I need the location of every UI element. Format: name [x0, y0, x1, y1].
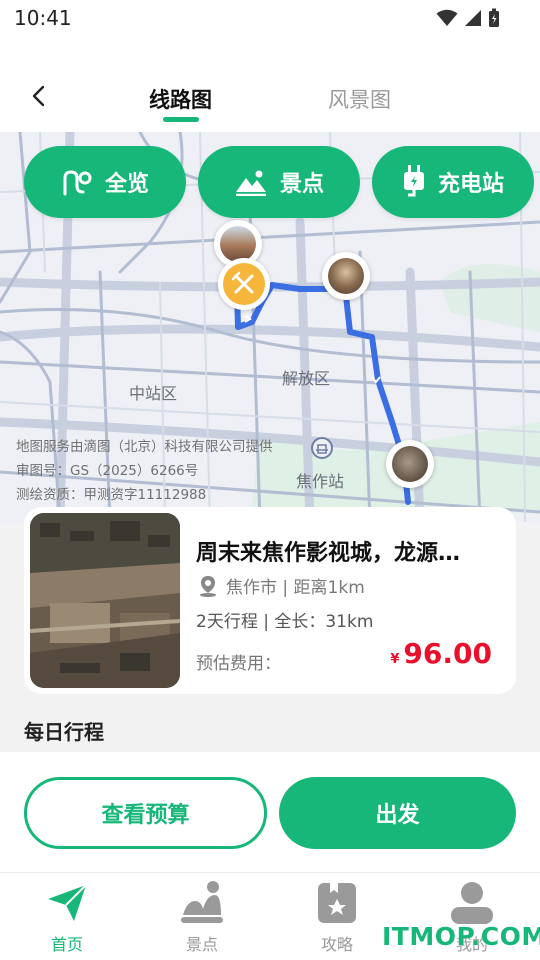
station-label: 焦作站 — [296, 472, 345, 491]
nav-item-spots[interactable]: 景点 — [147, 879, 257, 955]
route-icon — [63, 170, 92, 196]
signal-icon — [465, 10, 481, 26]
profile-icon — [451, 882, 493, 924]
route-map[interactable]: 全览 景点 充电站 中站区 解放区 焦作站 地图服务由滴图（北京）科技有限公司提… — [0, 132, 540, 522]
map-pin-spot-2[interactable] — [322, 252, 370, 300]
fork-knife-icon — [231, 271, 254, 294]
spots-button[interactable]: 景点 — [198, 146, 360, 218]
mountain-icon — [181, 881, 223, 923]
daily-itinerary-title: 每日行程 — [24, 720, 104, 744]
location-pin-icon — [200, 575, 216, 597]
map-credit-line: 测绘资质：甲测资字11112988 — [16, 487, 207, 503]
route-summary-card[interactable]: 周末来焦作影视城，龙源… 焦作市 | 距离1km 2天行程 | 全长：31km … — [24, 507, 516, 694]
depart-button[interactable]: 出发 — [279, 777, 516, 849]
overview-button[interactable]: 全览 — [24, 146, 186, 218]
action-bar: 查看预算 出发 — [0, 752, 540, 872]
overview-label: 全览 — [104, 172, 149, 197]
route-trip-info: 2天行程 | 全长：31km — [196, 612, 374, 632]
route-location-text: 焦作市 | 距离1km — [226, 578, 365, 598]
price-value: 96.00 — [403, 637, 492, 670]
tab-scenery-map[interactable]: 风景图 — [328, 84, 391, 114]
watermark: ITMOP.COM — [382, 922, 540, 951]
status-time: 10:41 — [14, 6, 72, 30]
charging-station-button[interactable]: 充电站 — [372, 146, 534, 218]
district-label: 中站区 — [129, 384, 178, 403]
nav-label-spots: 景点 — [185, 935, 218, 954]
status-icons — [436, 8, 500, 28]
route-title: 周末来焦作影视城，龙源… — [196, 541, 461, 566]
landscape-icon — [235, 170, 266, 196]
estimated-cost-label: 预估费用： — [196, 654, 281, 674]
active-tab-indicator — [163, 117, 199, 122]
tab-scenery-map-label: 风景图 — [328, 88, 391, 112]
nav-label-guide: 攻略 — [320, 935, 353, 954]
wifi-icon — [436, 9, 458, 26]
tab-route-map-label: 线路图 — [149, 88, 212, 112]
spots-label: 景点 — [279, 172, 324, 197]
app-screen: 10:41 294a0701 线路图 风景图 — [0, 0, 540, 960]
price-currency: ¥ — [390, 652, 400, 667]
battery-icon — [489, 8, 499, 27]
header: 线路图 风景图 — [0, 36, 540, 132]
nav-item-home[interactable]: 首页 — [12, 879, 122, 955]
map-credit-line: 地图服务由滴图（北京）科技有限公司提供 — [16, 439, 273, 455]
tab-route-map[interactable]: 线路图 — [149, 84, 212, 122]
route-location: 焦作市 | 距离1km — [198, 573, 365, 598]
nav-item-guide[interactable]: 攻略 — [282, 879, 392, 955]
back-arrow-icon[interactable] — [28, 84, 52, 108]
view-budget-button[interactable]: 查看预算 — [24, 777, 267, 849]
charging-plug-icon — [403, 165, 424, 197]
paper-plane-icon — [48, 884, 87, 921]
nav-label-home: 首页 — [50, 935, 83, 954]
charging-station-label: 充电站 — [437, 172, 504, 197]
map-credit-line: 审图号：GS（2025）6266号 — [16, 463, 199, 479]
route-cover-image — [30, 513, 180, 688]
status-bar: 10:41 294a0701 — [0, 0, 540, 46]
map-pin-restaurant[interactable] — [218, 258, 270, 310]
guide-book-icon — [318, 883, 356, 923]
estimated-price: ¥96.00 — [390, 637, 492, 670]
map-pin-spot-3[interactable] — [386, 440, 434, 488]
district-label: 解放区 — [282, 369, 331, 388]
